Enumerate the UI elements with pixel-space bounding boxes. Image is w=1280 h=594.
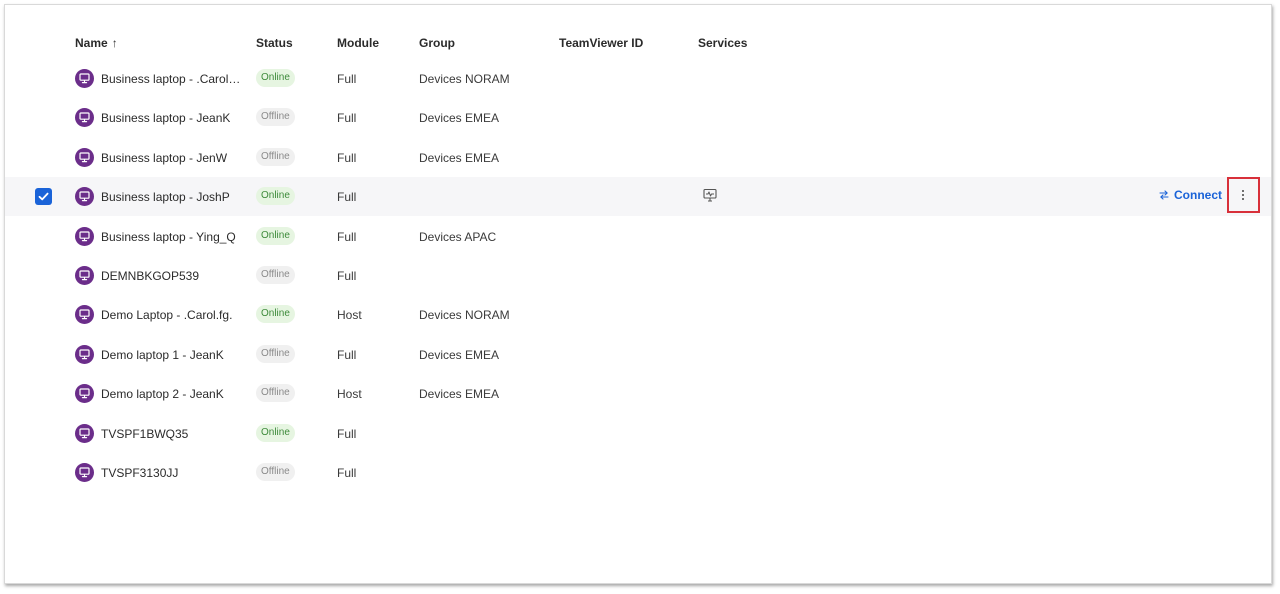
computer-icon bbox=[75, 69, 94, 88]
remote-monitoring-icon[interactable] bbox=[702, 187, 719, 204]
status-badge: Offline bbox=[256, 147, 295, 166]
table-row[interactable]: Demo laptop 1 - JeanK Offline Full Devices … bbox=[5, 335, 1271, 374]
swap-arrows-icon bbox=[1159, 189, 1169, 203]
computer-icon bbox=[75, 384, 94, 404]
device-name[interactable]: Demo laptop 1 - JeanK bbox=[101, 348, 224, 362]
device-name[interactable]: DEMNBKGOP539 bbox=[101, 269, 199, 283]
computer-icon bbox=[75, 226, 94, 246]
table-row[interactable]: DEMNBKGOP539 Offline Full bbox=[5, 256, 1271, 295]
status-badge: Online bbox=[256, 423, 295, 442]
status-badge: Offline bbox=[256, 266, 295, 284]
column-header-services[interactable]: Services bbox=[698, 36, 747, 50]
device-name[interactable]: TVSPF3130JJ bbox=[101, 466, 178, 480]
column-header-group[interactable]: Group bbox=[419, 36, 455, 50]
module-value: Full bbox=[337, 111, 357, 126]
device-name[interactable]: Demo laptop 2 - JeanK bbox=[101, 387, 224, 401]
computer-icon bbox=[75, 266, 94, 285]
checkmark-icon bbox=[38, 192, 49, 201]
group-value: Devices EMEA bbox=[419, 387, 500, 402]
device-name[interactable]: Business laptop - JoshP bbox=[101, 190, 230, 204]
column-header-module[interactable]: Module bbox=[337, 36, 379, 50]
table-header: Name ↑ Status Module Group TeamViewer ID … bbox=[5, 25, 1271, 61]
status-badge: Online bbox=[256, 69, 295, 87]
module-value: Full bbox=[337, 150, 357, 165]
module-value: Full bbox=[337, 426, 357, 441]
device-name[interactable]: Business laptop - JenW bbox=[101, 151, 227, 165]
module-value: Full bbox=[337, 466, 357, 480]
column-header-teamviewer-id[interactable]: TeamViewer ID bbox=[559, 36, 643, 50]
status-badge: Online bbox=[256, 226, 295, 245]
more-vertical-icon bbox=[1242, 190, 1245, 202]
table-row[interactable]: Business laptop - .Carol.f... Online Full D… bbox=[5, 59, 1271, 98]
computer-icon bbox=[75, 108, 94, 128]
column-header-status[interactable]: Status bbox=[256, 36, 293, 50]
group-value: Devices EMEA bbox=[419, 111, 500, 126]
device-name[interactable]: Business laptop - JeanK bbox=[101, 111, 230, 125]
status-badge: Offline bbox=[256, 108, 295, 127]
table-row[interactable]: Business laptop - JenW Offline Full Devices… bbox=[5, 138, 1271, 177]
module-value: Full bbox=[337, 72, 357, 86]
computer-icon bbox=[75, 423, 94, 443]
computer-icon bbox=[75, 344, 94, 364]
device-name[interactable]: TVSPF1BWQ35 bbox=[101, 427, 188, 441]
module-value: Full bbox=[337, 229, 357, 244]
table-row[interactable]: Demo Laptop - .Carol.fg. Online Host Device… bbox=[5, 295, 1271, 334]
table-row[interactable]: Business laptop - JeanK Offline Full Device… bbox=[5, 98, 1271, 137]
group-value: Devices EMEA bbox=[419, 150, 500, 165]
computer-icon bbox=[75, 463, 94, 482]
status-badge: Offline bbox=[256, 344, 295, 363]
device-list-panel: Name ↑ Status Module Group TeamViewer ID … bbox=[4, 4, 1272, 584]
status-badge: Offline bbox=[256, 384, 295, 403]
status-badge: Online bbox=[256, 187, 295, 206]
table-row[interactable]: Demo laptop 2 - JeanK Offline Host Devices … bbox=[5, 374, 1271, 413]
status-badge: Offline bbox=[256, 463, 295, 481]
row-checkbox[interactable] bbox=[35, 188, 52, 206]
column-header-name[interactable]: Name ↑ bbox=[75, 36, 118, 50]
device-name[interactable]: Demo Laptop - .Carol.fg. bbox=[101, 308, 232, 322]
group-value: Devices NORAM bbox=[419, 308, 510, 323]
module-value: Full bbox=[337, 347, 357, 362]
computer-icon bbox=[75, 305, 94, 325]
device-name[interactable]: Business laptop - .Carol.f... bbox=[101, 72, 243, 86]
module-value: Host bbox=[337, 308, 362, 323]
module-value: Host bbox=[337, 387, 362, 402]
module-value: Full bbox=[337, 190, 357, 205]
sort-ascending-icon: ↑ bbox=[111, 36, 118, 50]
table-row[interactable]: TVSPF3130JJ Offline Full bbox=[5, 453, 1271, 492]
group-value: Devices NORAM bbox=[419, 72, 510, 86]
connect-button[interactable]: Connect bbox=[1159, 188, 1222, 203]
computer-icon bbox=[75, 187, 94, 207]
group-value: Devices EMEA bbox=[419, 347, 500, 362]
table-row[interactable]: Business laptop - Ying_Q Online Full Device… bbox=[5, 217, 1271, 256]
table-row[interactable]: Business laptop - JoshP Online Full Connect bbox=[5, 177, 1271, 217]
module-value: Full bbox=[337, 269, 357, 283]
device-name[interactable]: Business laptop - Ying_Q bbox=[101, 230, 236, 244]
more-options-button[interactable] bbox=[1227, 177, 1260, 214]
computer-icon bbox=[75, 147, 94, 167]
column-header-name-label: Name bbox=[75, 36, 108, 50]
group-value: Devices APAC bbox=[419, 229, 497, 244]
status-badge: Online bbox=[256, 305, 295, 324]
connect-label: Connect bbox=[1174, 188, 1222, 203]
table-row[interactable]: TVSPF1BWQ35 Online Full bbox=[5, 414, 1271, 453]
